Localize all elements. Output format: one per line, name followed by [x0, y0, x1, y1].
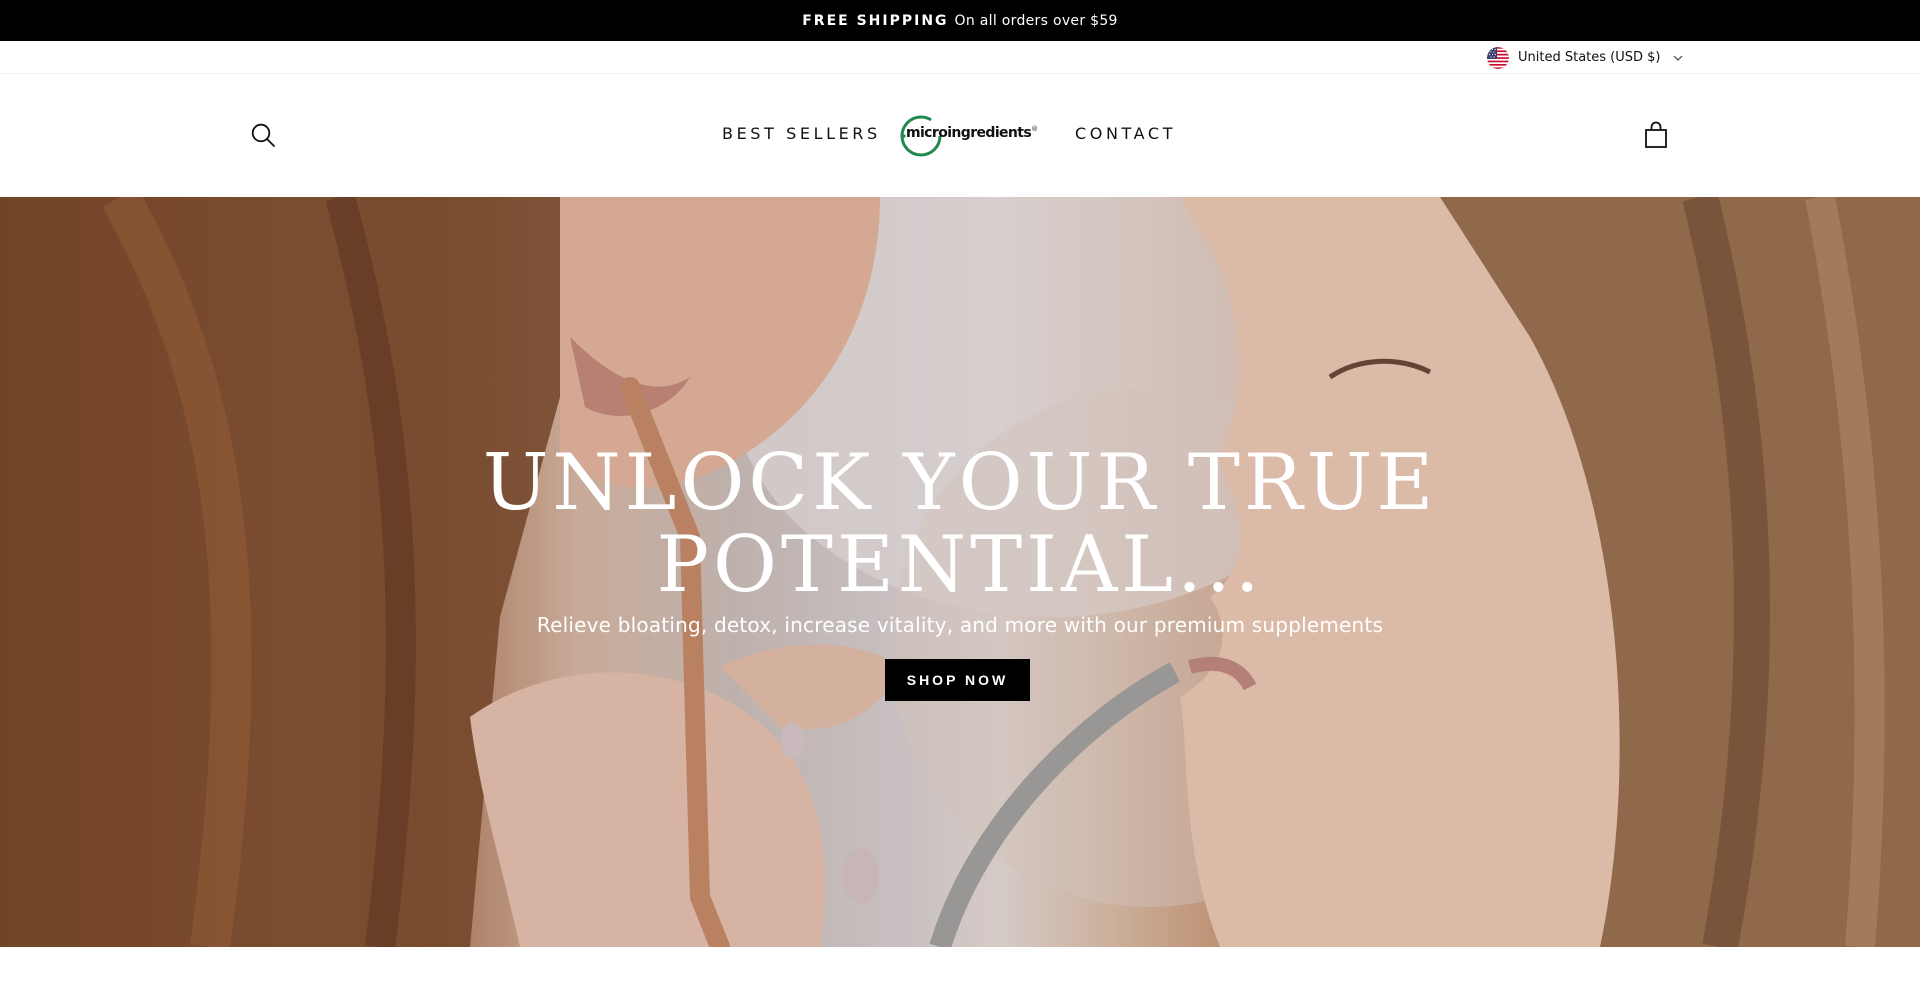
currency-bar: United States (USD $)	[0, 41, 1920, 74]
hero-subtitle: Relieve bloating, detox, increase vitali…	[536, 613, 1384, 637]
currency-label: United States (USD $)	[1518, 50, 1661, 65]
cart-icon[interactable]	[1644, 121, 1668, 149]
hero-banner: UNLOCK YOUR TRUE POTENTIAL... Relieve bl…	[0, 197, 1920, 947]
site-header: BEST SELLERS microingredients® CONTACT	[0, 74, 1920, 197]
hero-title-line2: POTENTIAL...	[656, 520, 1264, 610]
nav-best-sellers[interactable]: BEST SELLERS	[722, 124, 881, 143]
announcement-text: On all orders over $59	[954, 12, 1118, 29]
announcement-bold: FREE SHIPPING	[802, 12, 949, 29]
nav-contact[interactable]: CONTACT	[1075, 124, 1176, 143]
search-icon[interactable]	[250, 122, 276, 148]
site-logo[interactable]: microingredients®	[896, 110, 1038, 160]
currency-selector[interactable]: United States (USD $)	[1487, 46, 1684, 69]
logo-wordmark: microingredients®	[906, 125, 1038, 141]
logo-prefix: micro	[906, 125, 948, 141]
shop-now-button[interactable]: SHOP NOW	[885, 659, 1030, 701]
hero-title-line1: UNLOCK YOUR TRUE	[482, 438, 1438, 528]
logo-suffix: ingredients	[947, 125, 1032, 141]
hero-title: UNLOCK YOUR TRUE POTENTIAL...	[0, 442, 1920, 606]
logo-registered-mark: ®	[1031, 125, 1038, 133]
us-flag-icon	[1487, 46, 1509, 69]
chevron-down-icon	[1673, 55, 1682, 61]
announcement-bar: FREE SHIPPING On all orders over $59	[0, 0, 1920, 41]
